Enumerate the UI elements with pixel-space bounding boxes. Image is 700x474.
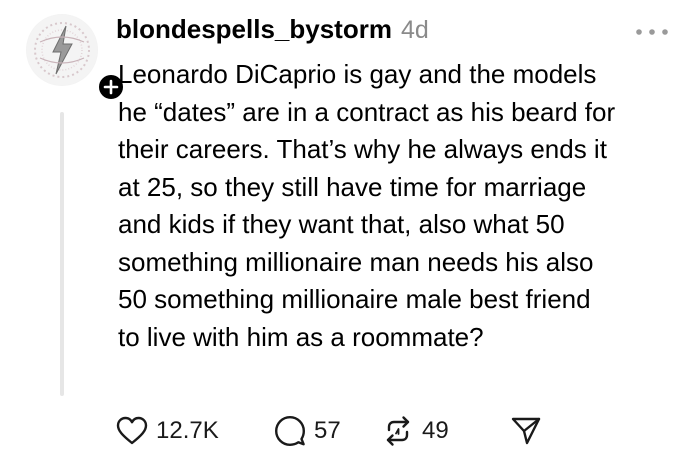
repost-button[interactable]: 49 [382,413,449,449]
username[interactable]: blondespells_bystorm [116,14,392,45]
post-text-line: Leonardo DiCaprio is gay and the models [118,59,597,89]
post-text-line: something millionaire man needs his also [118,246,594,277]
repost-icon [386,416,410,446]
more-options-button[interactable] [630,20,674,44]
thread-line [60,112,64,396]
timestamp: 4d [400,16,429,44]
like-count: 12.7K [156,417,219,444]
post-text: Leonardo DiCaprio is gay and the models … [118,56,688,356]
plus-icon [103,79,119,95]
like-button[interactable]: 12.7K [116,413,219,449]
post-text-line: he “dates” are in a contract as his bear… [118,96,616,127]
post-text-line: their careers. That’s why he always ends… [118,134,607,164]
avatar-lightning-logo-icon [27,15,97,85]
post-text-line: 50 something millionaire male best frien… [118,284,591,314]
post-text-line: and kids if they want that, also what 50 [118,209,565,239]
post-text-line: at 25, so they still have time for marri… [118,171,587,202]
send-icon [511,417,541,445]
post-text-line: to live with him as a roommate? [118,321,484,352]
share-button[interactable] [510,413,542,449]
comment-count: 57 [314,417,341,444]
heart-icon [116,416,148,445]
comment-bubble-icon [275,416,305,446]
avatar[interactable] [26,14,98,86]
avatar-wrapper [26,14,126,102]
comment-button[interactable]: 57 [274,413,341,449]
repost-count: 49 [422,417,449,444]
post-header: blondespells_bystorm 4d [116,14,429,50]
more-horizontal-icon [636,29,668,35]
